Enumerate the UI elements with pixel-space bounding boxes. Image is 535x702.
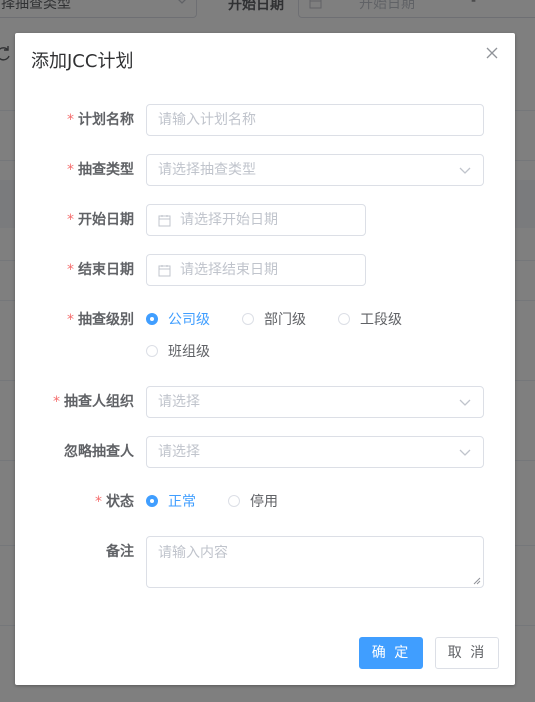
start-date-label: * 开始日期 (15, 204, 134, 236)
radio-label: 停用 (250, 494, 278, 510)
radio-dot (228, 495, 240, 507)
end-date-label: * 结束日期 (15, 254, 134, 286)
radio-dot (242, 313, 254, 325)
remark-label-text: 备注 (106, 544, 134, 560)
ignore-checker-select[interactable]: 请选择 (146, 436, 484, 468)
required-mark: * (95, 494, 102, 510)
status-label: * 状态 (15, 486, 134, 518)
confirm-button[interactable]: 确 定 (359, 637, 423, 669)
start-date-placeholder: 请选择开始日期 (180, 212, 278, 228)
check-org-label-text: 抽查人组织 (64, 394, 134, 410)
start-date-label-text: 开始日期 (78, 212, 134, 228)
remark-label: 备注 (15, 536, 134, 568)
radio-label: 工段级 (360, 312, 402, 328)
radio-label: 部门级 (264, 312, 306, 328)
radio-label: 公司级 (168, 312, 210, 328)
radio-label: 班组级 (168, 344, 210, 360)
chevron-down-icon (459, 449, 471, 456)
check-type-label-text: 抽查类型 (78, 162, 134, 178)
ignore-checker-placeholder: 请选择 (158, 444, 200, 460)
radio-label: 正常 (168, 494, 196, 510)
chevron-down-icon (459, 167, 471, 174)
plan-name-placeholder: 请输入计划名称 (158, 112, 256, 128)
cancel-button[interactable]: 取 消 (435, 637, 499, 669)
check-org-select[interactable]: 请选择 (146, 386, 484, 418)
status-label-text: 状态 (106, 494, 134, 510)
remark-placeholder: 请输入内容 (158, 545, 228, 561)
radio-dot (146, 495, 158, 507)
check-level-label: * 抽查级别 (15, 304, 134, 336)
check-type-select[interactable]: 请选择抽查类型 (146, 154, 484, 186)
required-mark: * (53, 394, 60, 410)
calendar-icon (158, 265, 171, 277)
end-date-label-text: 结束日期 (78, 262, 134, 278)
ignore-checker-label: 忽略抽查人 (15, 436, 134, 468)
close-icon[interactable] (484, 45, 500, 61)
plan-name-label: * 计划名称 (15, 104, 134, 136)
chevron-down-icon (459, 399, 471, 406)
plan-name-input[interactable]: 请输入计划名称 (146, 104, 484, 136)
required-mark: * (67, 162, 74, 178)
check-level-label-text: 抽查级别 (78, 312, 134, 328)
check-org-placeholder: 请选择 (158, 394, 200, 410)
radio-dot (146, 345, 158, 357)
radio-dot (146, 313, 158, 325)
start-date-picker[interactable]: 请选择开始日期 (146, 204, 366, 236)
check-org-label: * 抽查人组织 (15, 386, 134, 418)
remark-textarea[interactable]: 请输入内容 (146, 536, 484, 588)
required-mark: * (67, 112, 74, 128)
add-plan-dialog: 添加JCC计划 * 计划名称 请输入计划名称 * 抽查类型 请选择抽查类型 * 开始日… (15, 33, 515, 685)
required-mark: * (67, 312, 74, 328)
dialog-title: 添加JCC计划 (31, 51, 134, 72)
end-date-picker[interactable]: 请选择结束日期 (146, 254, 366, 286)
end-date-placeholder: 请选择结束日期 (180, 262, 278, 278)
plan-name-label-text: 计划名称 (78, 112, 134, 128)
required-mark: * (67, 262, 74, 278)
ignore-checker-label-text: 忽略抽查人 (64, 444, 134, 460)
check-type-placeholder: 请选择抽查类型 (158, 162, 256, 178)
resize-grip-icon[interactable] (472, 576, 481, 585)
required-mark: * (67, 212, 74, 228)
calendar-icon (158, 215, 171, 227)
check-type-label: * 抽查类型 (15, 154, 134, 186)
radio-dot (338, 313, 350, 325)
